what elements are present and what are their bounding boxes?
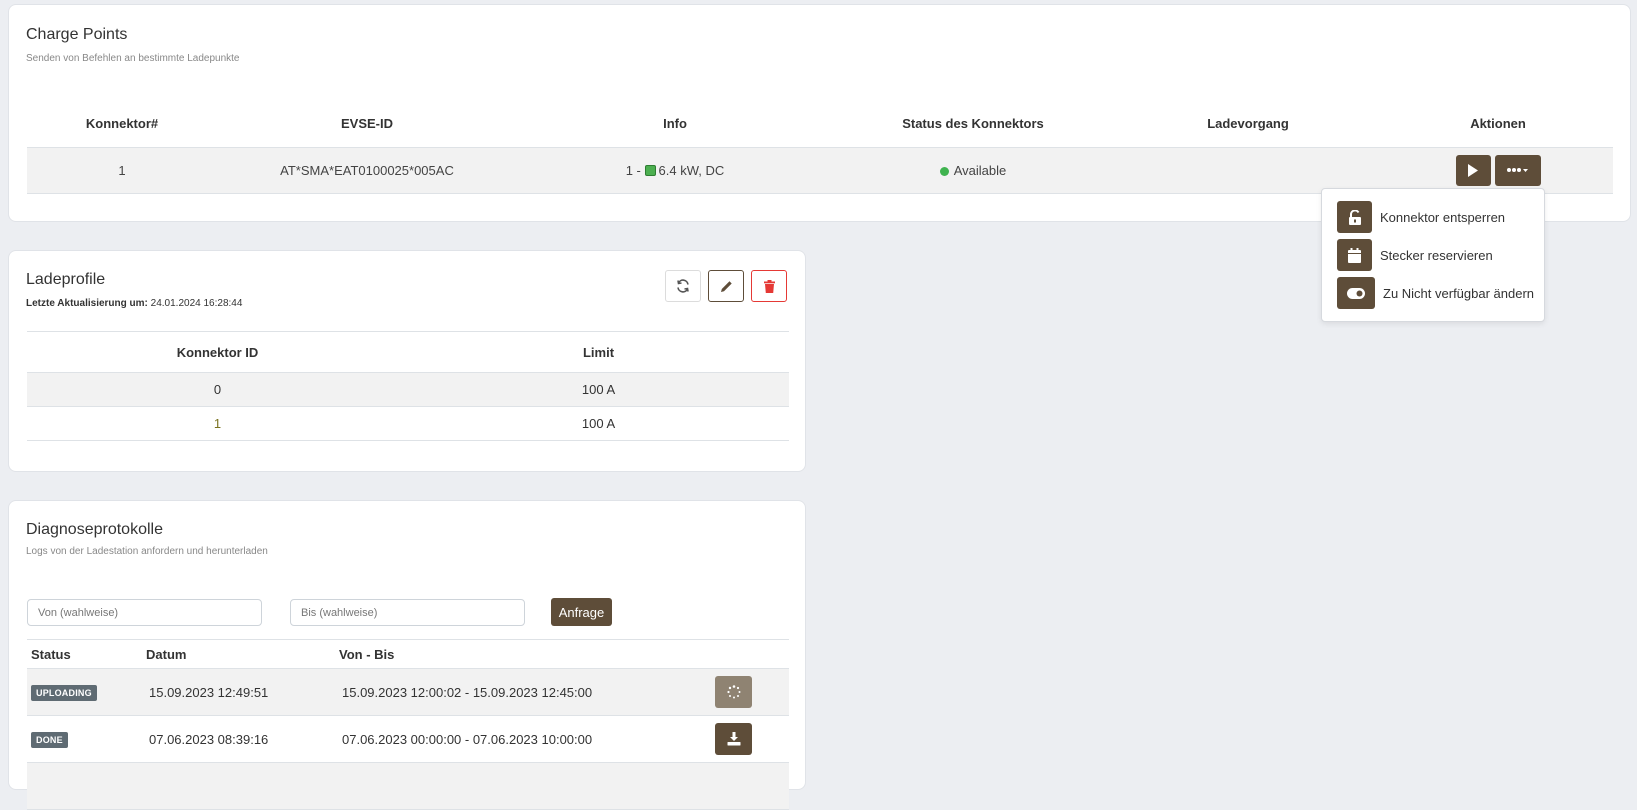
col-connector: Konnektor# bbox=[27, 101, 217, 148]
diagnostics-title: Diagnoseprotokolle bbox=[26, 521, 163, 538]
col-charging: Ladevorgang bbox=[1113, 101, 1383, 148]
refresh-button[interactable] bbox=[665, 270, 701, 302]
dropdown-item-set-unavailable[interactable]: Zu Nicht verfügbar ändern bbox=[1337, 277, 1534, 309]
charging-profiles-table: Konnektor ID Limit 0 100 A 1 100 A bbox=[27, 331, 789, 441]
connector-number: 1 bbox=[27, 147, 217, 194]
last-updated-value: 24.01.2024 16:28:44 bbox=[150, 298, 243, 309]
edit-button[interactable] bbox=[708, 270, 744, 302]
log-status: UPLOADING bbox=[27, 668, 142, 716]
delete-button[interactable] bbox=[751, 270, 787, 302]
log-date: 15.09.2023 12:49:51 bbox=[142, 668, 335, 716]
uploading-button bbox=[715, 676, 752, 708]
log-status: DONE bbox=[27, 715, 142, 763]
table-row: 1 100 A bbox=[27, 406, 789, 441]
actions-cell bbox=[1383, 147, 1613, 194]
pencil-icon bbox=[720, 280, 732, 292]
table-row: 1 AT*SMA*EAT0100025*005AC 1 - 6.4 kW, DC… bbox=[27, 147, 1613, 194]
dropdown-item-label: Zu Nicht verfügbar ändern bbox=[1383, 285, 1535, 301]
refresh-icon bbox=[677, 279, 689, 293]
more-actions-button[interactable] bbox=[1494, 154, 1541, 186]
charging-profiles-title: Ladeprofile bbox=[26, 271, 106, 288]
col-connector-id: Konnektor ID bbox=[27, 331, 408, 373]
col-action bbox=[711, 639, 789, 669]
status-badge: UPLOADING bbox=[31, 684, 97, 701]
status-text: Available bbox=[953, 162, 1007, 178]
table-row: DONE 07.06.2023 08:39:16 07.06.2023 00:0… bbox=[27, 715, 789, 763]
connector-id: 1 bbox=[27, 406, 408, 441]
limit-value: 100 A bbox=[408, 372, 789, 407]
col-info: Info bbox=[517, 101, 833, 148]
charge-points-title: Charge Points bbox=[26, 26, 128, 43]
diagnostics-card: Diagnoseprotokolle Logs von der Ladestat… bbox=[8, 500, 806, 810]
calendar-icon bbox=[1337, 239, 1372, 271]
dropdown-item-label: Stecker reservieren bbox=[1380, 247, 1493, 263]
log-range: 07.06.2023 00:00:00 - 07.06.2023 10:00:0… bbox=[335, 715, 711, 763]
info-power: 6.4 kW, DC bbox=[658, 162, 725, 178]
download-button[interactable] bbox=[715, 723, 752, 755]
diagnostics-table: Status Datum Von - Bis UPLOADING 15.09.2… bbox=[27, 639, 789, 810]
col-status: Status bbox=[27, 639, 142, 669]
request-button[interactable]: Anfrage bbox=[551, 598, 612, 626]
log-range: 15.09.2023 12:00:02 - 15.09.2023 12:45:0… bbox=[335, 668, 711, 716]
col-range: Von - Bis bbox=[335, 639, 711, 669]
charging-session bbox=[1113, 147, 1383, 194]
dropdown-item-unlock-connector[interactable]: Konnektor entsperren bbox=[1337, 201, 1505, 233]
to-date-input[interactable] bbox=[290, 599, 525, 626]
charge-points-subtitle: Senden von Befehlen an bestimmte Ladepun… bbox=[26, 53, 240, 64]
status-badge: DONE bbox=[31, 731, 68, 748]
col-actions: Aktionen bbox=[1383, 101, 1613, 148]
plug-type-icon bbox=[644, 164, 656, 176]
spinner-icon bbox=[726, 685, 740, 699]
connector-status: Available bbox=[833, 147, 1113, 194]
last-updated: Letzte Aktualisierung um: 24.01.2024 16:… bbox=[26, 298, 242, 309]
actions-dropdown-menu: Konnektor entsperren Stecker reservieren… bbox=[1321, 188, 1545, 322]
last-updated-label: Letzte Aktualisierung um: bbox=[26, 298, 148, 309]
table-row: UPLOADING 15.09.2023 12:49:51 15.09.2023… bbox=[27, 668, 789, 716]
trash-icon bbox=[763, 279, 775, 293]
log-action bbox=[711, 715, 789, 763]
more-dots-icon bbox=[1506, 168, 1528, 172]
table-row: 0 100 A bbox=[27, 372, 789, 407]
start-charging-button[interactable] bbox=[1455, 154, 1491, 186]
from-date-input[interactable] bbox=[27, 599, 262, 626]
evse-id: AT*SMA*EAT0100025*005AC bbox=[217, 147, 517, 194]
unlock-icon bbox=[1337, 201, 1372, 233]
col-limit: Limit bbox=[408, 331, 789, 373]
log-action bbox=[711, 668, 789, 716]
col-status: Status des Konnektors bbox=[833, 101, 1113, 148]
charge-points-table: Konnektor# EVSE-ID Info Status des Konne… bbox=[27, 101, 1613, 194]
connector-info: 1 - 6.4 kW, DC bbox=[517, 147, 833, 194]
status-dot-icon bbox=[939, 166, 949, 176]
charging-profiles-card: Ladeprofile Letzte Aktualisierung um: 24… bbox=[8, 250, 806, 472]
dropdown-item-reserve-plug[interactable]: Stecker reservieren bbox=[1337, 239, 1493, 271]
col-evse-id: EVSE-ID bbox=[217, 101, 517, 148]
connector-id: 0 bbox=[27, 372, 408, 407]
play-icon bbox=[1468, 163, 1478, 177]
col-date: Datum bbox=[142, 639, 335, 669]
log-date: 07.06.2023 08:39:16 bbox=[142, 715, 335, 763]
dropdown-item-label: Konnektor entsperren bbox=[1380, 209, 1506, 225]
info-prefix: 1 - bbox=[625, 162, 641, 178]
toggle-icon bbox=[1337, 277, 1375, 309]
download-icon bbox=[727, 732, 740, 746]
diagnostics-subtitle: Logs von der Ladestation anfordern und h… bbox=[26, 546, 268, 557]
limit-value: 100 A bbox=[408, 406, 789, 441]
